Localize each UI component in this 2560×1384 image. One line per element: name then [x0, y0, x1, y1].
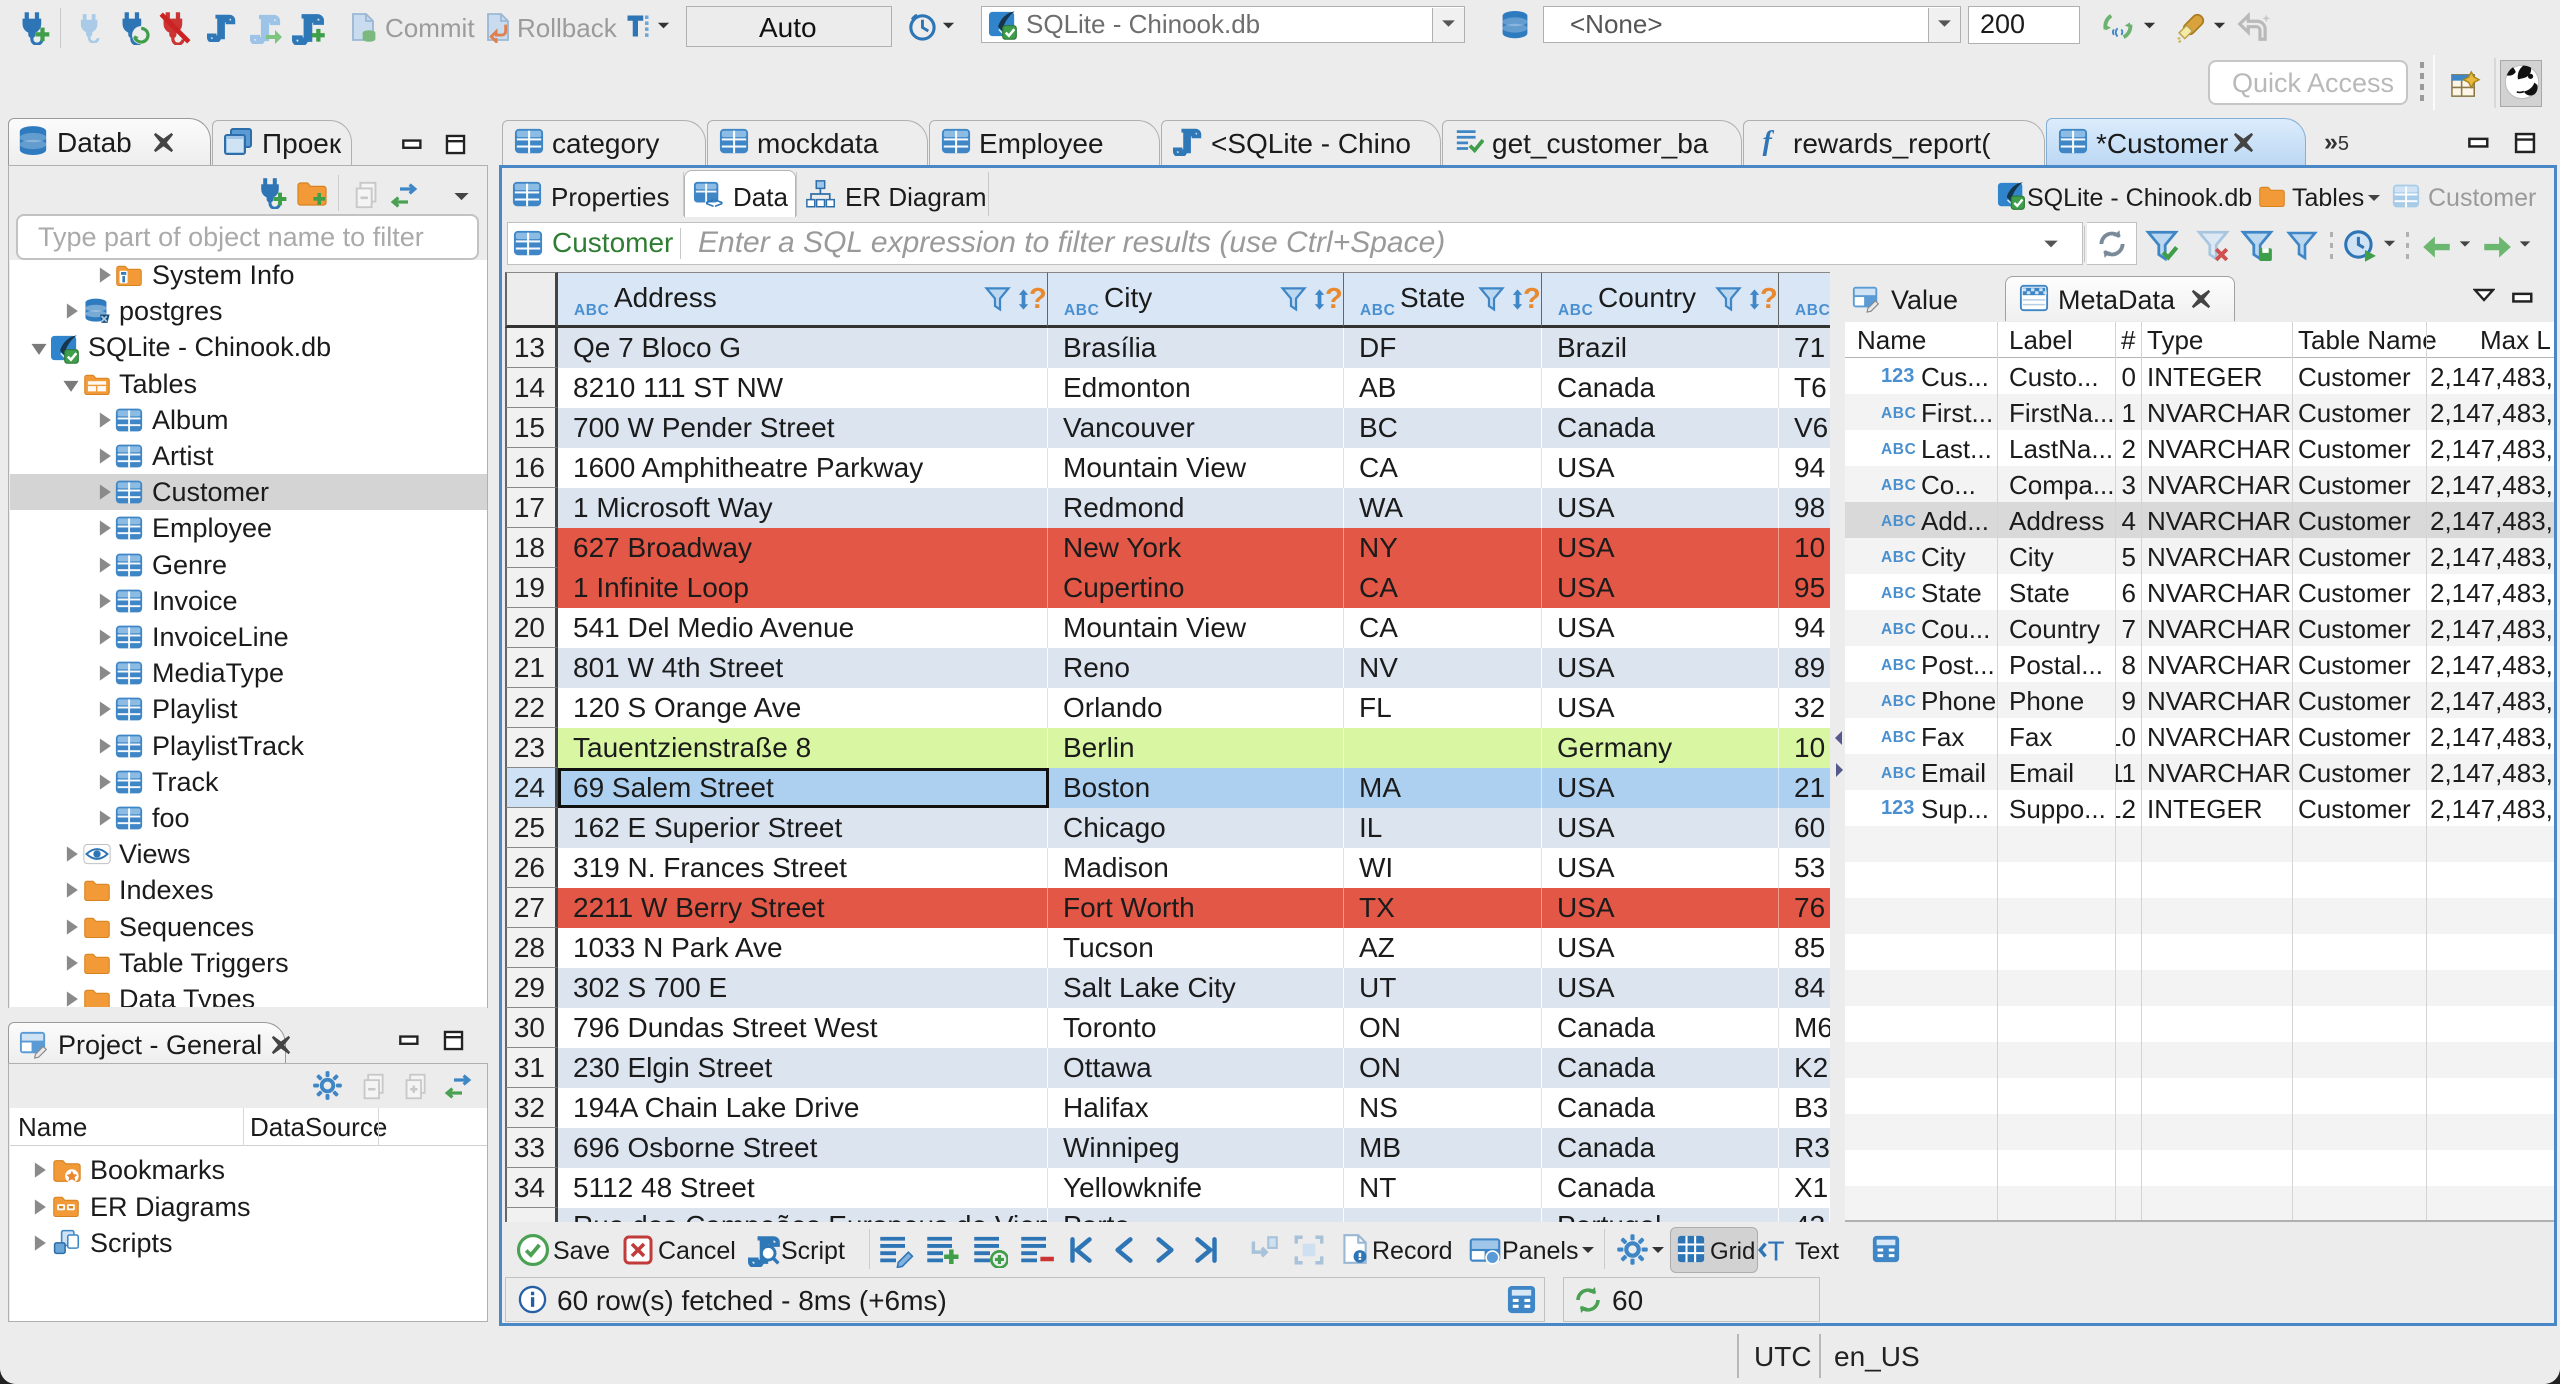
svg-text:<>: <> — [705, 196, 723, 209]
svg-text:f: f — [1763, 126, 1775, 156]
svg-text:T: T — [1768, 1236, 1785, 1267]
